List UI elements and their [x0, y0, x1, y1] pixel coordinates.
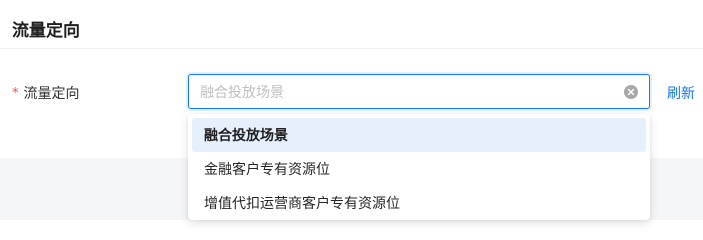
select-dropdown: 融合投放场景 金融客户专有资源位 增值代扣运营商客户专有资源位 [188, 114, 650, 220]
clear-icon[interactable] [624, 84, 638, 99]
page: 流量定向 * 流量定向 融合投放场景 刷新 融合投放场景 金融客户专有资源位 增… [0, 0, 703, 220]
traffic-targeting-label-text: 流量定向 [23, 86, 80, 102]
option-fusion-scene[interactable]: 融合投放场景 [192, 118, 646, 152]
refresh-link[interactable]: 刷新 [667, 83, 695, 103]
traffic-targeting-label: * 流量定向 [12, 83, 80, 103]
required-mark: * [12, 85, 19, 101]
select-placeholder: 融合投放场景 [200, 84, 284, 101]
traffic-targeting-select[interactable]: 融合投放场景 [188, 74, 650, 109]
option-finance-resource[interactable]: 金融客户专有资源位 [192, 152, 646, 186]
divider [0, 48, 703, 49]
option-operator-resource[interactable]: 增值代扣运营商客户专有资源位 [192, 186, 646, 220]
section-title: 流量定向 [12, 21, 80, 41]
